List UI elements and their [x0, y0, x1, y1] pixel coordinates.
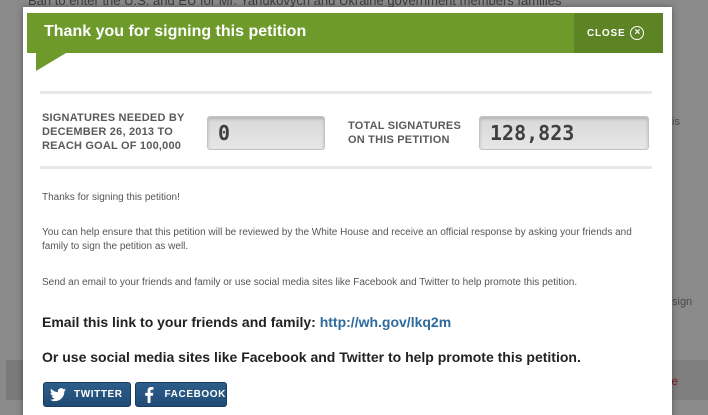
background-side-text: sign: [672, 296, 693, 308]
email-share-line: Email this link to your friends and fami…: [42, 314, 451, 330]
thank-you-modal: Thank you for signing this petition CLOS…: [23, 7, 672, 415]
social-share-text: Or use social media sites like Facebook …: [42, 349, 581, 365]
background-bar: [6, 360, 24, 400]
twitter-bird-icon: [50, 387, 66, 403]
close-label: CLOSE: [587, 27, 626, 39]
signatures-needed-label: SIGNATURES NEEDED BY DECEMBER 26, 2013 T…: [42, 112, 185, 152]
background-side-text: is: [672, 116, 680, 128]
facebook-button-label: FACEBOOK: [164, 389, 226, 400]
total-signatures-label: TOTAL SIGNATURES ON THIS PETITION: [348, 120, 462, 146]
petition-short-link[interactable]: http://wh.gov/lkq2m: [320, 314, 451, 330]
help-text: You can help ensure that this petition w…: [42, 227, 632, 252]
signatures-needed-counter: 0: [207, 116, 325, 150]
twitter-share-button[interactable]: TWITTER: [43, 382, 131, 407]
facebook-share-button[interactable]: FACEBOOK: [135, 382, 227, 407]
modal-title: Thank you for signing this petition: [44, 23, 307, 40]
modal-header: Thank you for signing this petition CLOS…: [27, 13, 663, 53]
total-signatures-counter: 128,823: [479, 116, 649, 150]
header-tail-decoration: [36, 53, 66, 71]
facebook-f-icon: [142, 386, 157, 403]
email-share-label: Email this link to your friends and fami…: [42, 314, 316, 330]
thanks-text: Thanks for signing this petition!: [42, 192, 180, 203]
background-bar: e: [671, 360, 708, 400]
promote-text: Send an email to your friends and family…: [42, 277, 578, 288]
twitter-button-label: TWITTER: [74, 389, 123, 400]
close-button[interactable]: CLOSE ×: [574, 13, 663, 53]
signature-stats: SIGNATURES NEEDED BY DECEMBER 26, 2013 T…: [40, 91, 652, 169]
close-icon: ×: [630, 26, 645, 40]
